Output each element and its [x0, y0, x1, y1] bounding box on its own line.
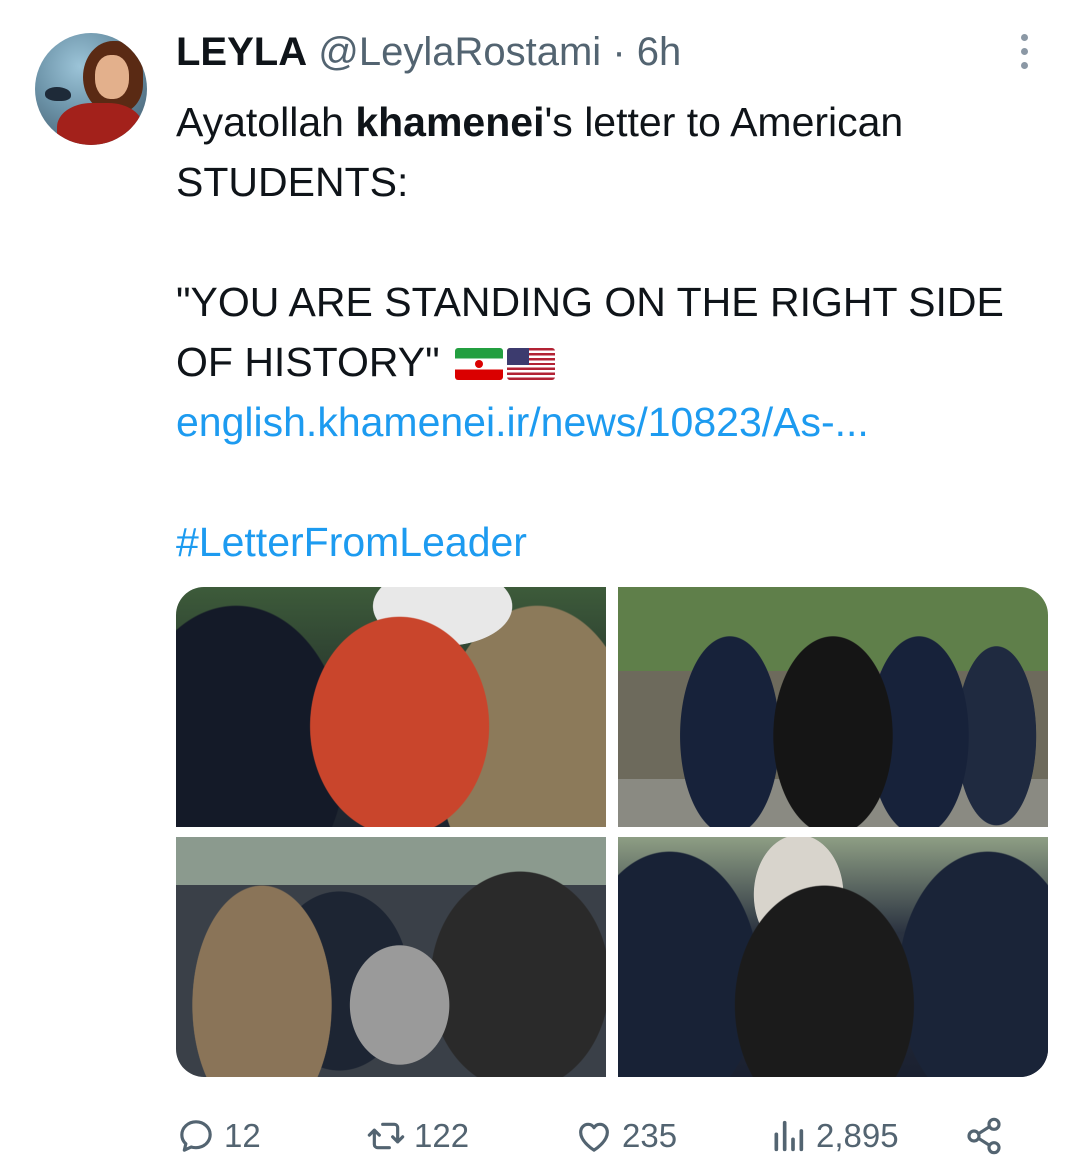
- views-icon: [774, 1120, 804, 1152]
- repost-button[interactable]: 122: [366, 1110, 469, 1162]
- avatar[interactable]: [35, 33, 147, 145]
- photo-arrest-car[interactable]: [176, 837, 606, 1077]
- reply-count: 12: [224, 1117, 261, 1154]
- reply-button[interactable]: 12: [176, 1110, 261, 1162]
- author-handle[interactable]: @LeylaRostami: [318, 30, 601, 74]
- repost-icon: [367, 1122, 405, 1150]
- views-count: 2,895: [816, 1117, 899, 1154]
- like-button[interactable]: 235: [574, 1110, 677, 1162]
- text-bold: khamenei: [355, 99, 545, 145]
- separator: ·: [612, 30, 626, 74]
- timestamp[interactable]: 6h: [637, 30, 682, 74]
- photo-arrest-red-shirt[interactable]: [176, 587, 606, 827]
- reply-icon: [180, 1120, 212, 1152]
- photo-arrest-polizei[interactable]: [618, 837, 1048, 1077]
- tweet-quote: "YOU ARE STANDING ON THE RIGHT SIDE OF H…: [176, 272, 1056, 392]
- share-icon: [967, 1117, 1001, 1155]
- more-icon[interactable]: [1014, 34, 1034, 74]
- repost-count: 122: [414, 1117, 470, 1154]
- tweet-hashtag[interactable]: #LetterFromLeader: [176, 512, 1056, 572]
- tweet-header: LEYLA @LeylaRostami · 6h: [176, 28, 681, 76]
- author-name[interactable]: LEYLA: [176, 30, 307, 74]
- like-count: 235: [622, 1117, 678, 1154]
- tweet-text: Ayatollah khamenei's letter to American …: [176, 92, 1056, 572]
- tweet-link-line: english.khamenei.ir/news/10823/As-...: [176, 392, 1056, 452]
- flag-iran-icon: [455, 348, 504, 380]
- photo-arrest-black-shirt[interactable]: [618, 587, 1048, 827]
- like-icon: [579, 1122, 609, 1152]
- tweet-link[interactable]: english.khamenei.ir/news/10823/As-...: [176, 399, 869, 445]
- views-button[interactable]: 2,895: [768, 1110, 899, 1162]
- media-grid: [176, 587, 1048, 1077]
- action-bar: 12 122 235 2,895: [176, 1110, 1036, 1162]
- tweet-intro: Ayatollah khamenei's letter to American …: [176, 92, 1056, 212]
- flag-usa-icon: [507, 348, 556, 380]
- share-button[interactable]: [964, 1110, 1004, 1162]
- text-pre: Ayatollah: [176, 99, 356, 145]
- quote-text: "YOU ARE STANDING ON THE RIGHT SIDE OF H…: [176, 279, 1004, 385]
